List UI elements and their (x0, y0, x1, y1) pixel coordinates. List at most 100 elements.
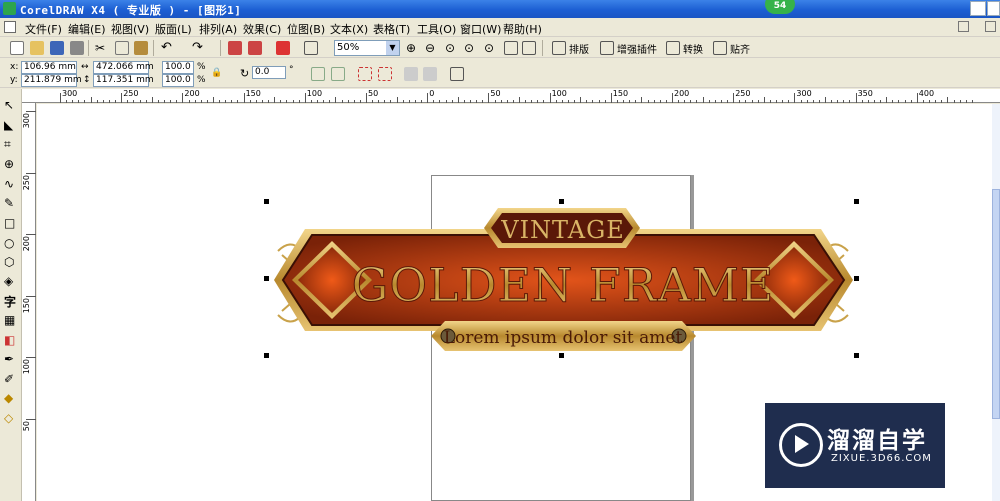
redo-icon[interactable]: ↷ (192, 41, 206, 55)
rectangle-tool-icon[interactable]: □ (4, 216, 18, 230)
pick-tool-icon[interactable]: ↖ (4, 98, 18, 112)
menu-help[interactable]: 帮助(H) (503, 21, 542, 37)
welcome-screen-icon[interactable] (304, 41, 318, 55)
ruler-minor-tick (763, 97, 765, 103)
undo-icon[interactable]: ↶ (161, 41, 175, 55)
zoom-in-icon[interactable]: ⊕ (406, 41, 420, 55)
ruler-minor-tick (115, 100, 117, 103)
align-distribute-icon[interactable] (450, 67, 464, 81)
mirror-vertical-icon[interactable] (331, 67, 345, 81)
interactive-fill-tool-icon[interactable]: ◇ (4, 411, 18, 425)
ruler-minor-tick (439, 100, 441, 103)
crop-tool-icon[interactable]: ⌗ (4, 137, 18, 151)
horizontal-ruler[interactable]: 300 250 200 150 100 50 0 50 100 150 200 250 300 350 40… (22, 89, 1000, 103)
menu-window[interactable]: 窗口(W) (460, 21, 501, 37)
selection-handle-right[interactable] (854, 276, 859, 281)
zoom-level-value: 50% (337, 42, 360, 53)
selection-handle-top-right[interactable] (854, 199, 859, 204)
width-input[interactable]: 472.066 mm (93, 61, 154, 74)
text-tool-icon[interactable]: 字 (4, 293, 18, 309)
interactive-blend-tool-icon[interactable]: ◧ (4, 333, 18, 347)
selection-handle-bottom-left[interactable] (264, 353, 269, 358)
doc-restore-icon[interactable] (985, 21, 996, 32)
shape-tool-icon[interactable]: ◣ (4, 118, 18, 132)
scale-height-input[interactable]: 100.0 (162, 74, 194, 87)
golden-frame-artwork[interactable]: VINTAGE GOLDEN FRAME Lorem ipsum dolor s… (270, 203, 856, 355)
break-apart-icon[interactable] (423, 67, 437, 81)
ruler-minor-tick (127, 100, 129, 103)
freehand-tool-icon[interactable]: ∿ (4, 177, 18, 191)
menu-table[interactable]: 表格(T) (373, 21, 410, 37)
minimize-button[interactable] (970, 1, 986, 16)
selection-handle-left[interactable] (264, 276, 269, 281)
width-icon: ↔ (81, 62, 89, 72)
rotation-angle-input[interactable]: 0.0 (252, 66, 286, 79)
menu-file[interactable]: 文件(F) (25, 21, 62, 37)
vertical-scrollbar[interactable] (992, 104, 1000, 501)
save-icon[interactable] (50, 41, 64, 55)
table-tool-icon[interactable]: ▦ (4, 313, 18, 327)
zoom-height-icon[interactable] (522, 41, 536, 55)
zoom-selected-icon[interactable]: ⊙ (445, 41, 459, 55)
print-icon[interactable] (70, 41, 84, 55)
y-position-input[interactable]: 211.879 mm (21, 74, 82, 87)
selection-handle-bottom-right[interactable] (854, 353, 859, 358)
zoom-width-icon[interactable] (504, 41, 518, 55)
group-icon[interactable] (358, 67, 372, 81)
ruler-minor-tick (317, 100, 319, 103)
zoom-out-icon[interactable]: ⊖ (425, 41, 439, 55)
close-button[interactable] (987, 1, 1000, 16)
plugin-layout-button[interactable]: 排版 (569, 41, 589, 56)
basic-shapes-tool-icon[interactable]: ◈ (4, 274, 18, 288)
scrollbar-thumb[interactable] (992, 189, 1000, 419)
menu-arrange[interactable]: 排列(A) (199, 21, 237, 37)
zoom-all-icon[interactable]: ⊙ (464, 41, 478, 55)
x-position-input[interactable]: 106.96 mm (21, 61, 77, 74)
outline-tool-icon[interactable]: ✐ (4, 372, 18, 386)
import-icon[interactable] (228, 41, 242, 55)
zoom-tool-icon[interactable]: ⊕ (4, 157, 18, 171)
ellipse-tool-icon[interactable]: ○ (4, 236, 18, 250)
eyedropper-tool-icon[interactable]: ✒ (4, 352, 18, 366)
plugin-snap-button[interactable]: 贴齐 (730, 41, 750, 56)
menu-view[interactable]: 视图(V) (111, 21, 149, 37)
doc-minimize-icon[interactable] (958, 21, 969, 32)
height-input[interactable]: 117.351 mm (93, 74, 154, 87)
ruler-tick (855, 93, 857, 103)
fill-tool-icon[interactable]: ◆ (4, 391, 18, 405)
menu-text[interactable]: 文本(X) (330, 21, 368, 37)
cut-icon[interactable]: ✂ (95, 41, 109, 55)
ruler-tick (304, 93, 306, 103)
polygon-tool-icon[interactable]: ⬡ (4, 255, 18, 269)
copy-icon[interactable] (115, 41, 129, 55)
selection-handle-top-left[interactable] (264, 199, 269, 204)
new-document-icon[interactable] (10, 41, 24, 55)
ruler-minor-tick (519, 97, 520, 103)
menu-tools[interactable]: 工具(O) (417, 21, 456, 37)
menu-bitmaps[interactable]: 位图(B) (287, 21, 325, 37)
scale-width-input[interactable]: 100.0 (162, 61, 194, 74)
zoom-level-select[interactable]: 50% ▼ (334, 40, 400, 56)
ruler-minor-tick (843, 100, 845, 103)
application-launcher-icon[interactable] (276, 41, 290, 55)
title-bar: CorelDRAW X4 ( 专业版 ) - [图形1] 54 (0, 0, 1000, 18)
plugin-convert-button[interactable]: 转换 (683, 41, 703, 56)
lock-ratio-icon[interactable]: 🔒 (211, 68, 225, 82)
selection-handle-bottom[interactable] (559, 353, 564, 358)
selection-handle-top[interactable] (559, 199, 564, 204)
menu-layout[interactable]: 版面(L) (155, 21, 192, 37)
mirror-horizontal-icon[interactable] (311, 67, 325, 81)
degree-label: ° (289, 65, 294, 75)
open-folder-icon[interactable] (30, 41, 44, 55)
snap-plugin-icon (713, 41, 727, 55)
plugin-enhance-button[interactable]: 增强插件 (617, 41, 657, 56)
ungroup-icon[interactable] (378, 67, 392, 81)
menu-edit[interactable]: 编辑(E) (68, 21, 106, 37)
menu-effects[interactable]: 效果(C) (243, 21, 281, 37)
zoom-page-icon[interactable]: ⊙ (484, 41, 498, 55)
combine-icon[interactable] (404, 67, 418, 81)
paste-icon[interactable] (134, 41, 148, 55)
export-icon[interactable] (248, 41, 262, 55)
vertical-ruler[interactable]: 300 250 200 150 100 50 (22, 103, 36, 501)
smart-fill-tool-icon[interactable]: ✎ (4, 196, 18, 210)
